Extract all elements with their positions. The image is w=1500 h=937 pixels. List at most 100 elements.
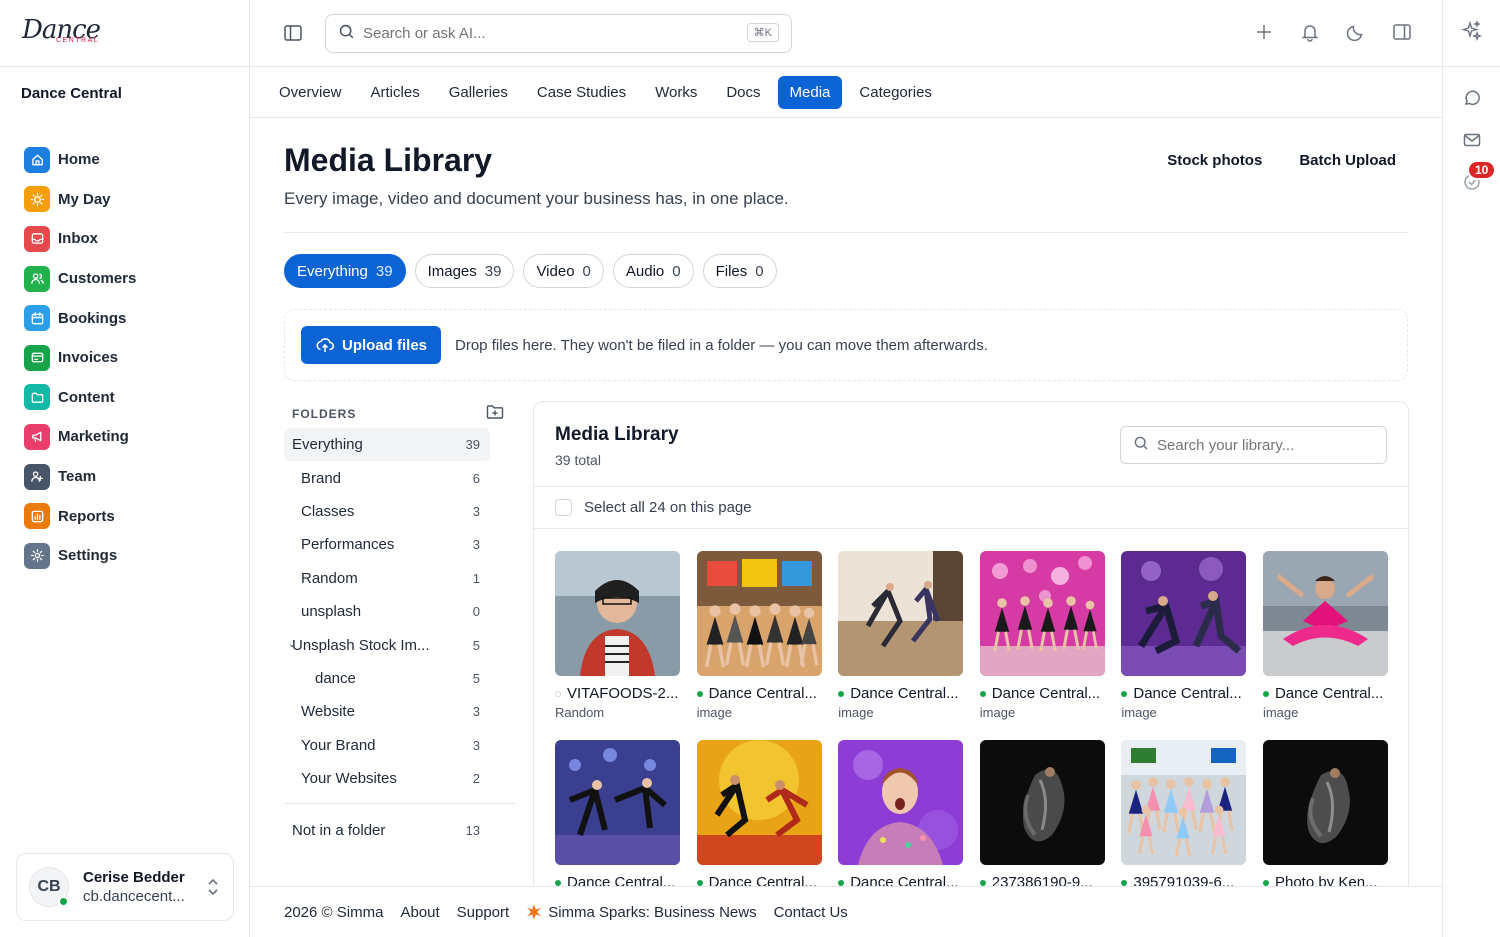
sidebar-item-customers[interactable]: Customers — [24, 259, 234, 299]
logo[interactable]: Dance CENTRAL — [22, 13, 102, 53]
media-tile[interactable]: Dance Central...image — [838, 551, 964, 720]
tab-galleries[interactable]: Galleries — [437, 76, 520, 109]
footer-sparks-link[interactable]: Simma Sparks: Business News — [526, 904, 757, 921]
folder-item[interactable]: unsplash 0 — [284, 595, 516, 628]
sidebar-item-marketing[interactable]: Marketing — [24, 417, 234, 457]
sidebar-item-inbox[interactable]: Inbox — [24, 219, 234, 259]
folder-count: 3 — [472, 704, 480, 720]
sidebar-item-content[interactable]: Content — [24, 378, 234, 418]
folder-count: 3 — [472, 737, 480, 753]
media-tile[interactable]: 237386190-9...image — [979, 740, 1105, 900]
sidebar-item-team[interactable]: Team — [24, 457, 234, 497]
media-tile[interactable]: Dance Central...image — [555, 740, 680, 900]
filter-label: Audio — [625, 262, 665, 280]
filter-everything[interactable]: Everything 39 — [284, 254, 406, 288]
sparkles-icon[interactable] — [1460, 19, 1483, 47]
divider — [534, 528, 1408, 529]
user-switcher[interactable]: CB Cerise Bedder cb.dancecent... — [16, 853, 234, 921]
moon-icon[interactable] — [1346, 22, 1366, 47]
filter-files[interactable]: Files 0 — [702, 254, 777, 288]
media-thumbnail[interactable] — [838, 551, 964, 676]
media-tile[interactable]: 395791039-6...image — [1121, 740, 1247, 900]
footer-contact-link[interactable]: Contact Us — [774, 904, 848, 921]
media-thumbnail[interactable] — [1121, 740, 1247, 865]
chevron-down-icon[interactable]: ⌄ — [288, 639, 296, 650]
sidebar-item-home[interactable]: Home — [24, 140, 234, 180]
media-thumbnail[interactable] — [1121, 551, 1247, 676]
media-thumbnail[interactable] — [1262, 551, 1388, 676]
tab-categories[interactable]: Categories — [847, 76, 944, 109]
media-thumbnail[interactable] — [696, 551, 822, 676]
folder-item[interactable]: ⌄ Unsplash Stock Im... 5 — [284, 628, 516, 661]
media-thumbnail[interactable] — [696, 740, 822, 865]
filter-video[interactable]: Video 0 — [523, 254, 604, 288]
media-tile[interactable]: Photo by Ken...image — [1262, 740, 1388, 900]
sidebar-item-reports[interactable]: Reports — [24, 496, 234, 536]
library-search-input[interactable] — [1157, 436, 1377, 454]
media-tile[interactable]: Dance Central...image — [979, 551, 1105, 720]
folder-item[interactable]: Classes 3 — [284, 495, 516, 528]
media-tile[interactable]: Dance Central...image — [838, 740, 964, 900]
folder-item[interactable]: Brand 6 — [284, 461, 516, 494]
media-thumbnail[interactable] — [838, 740, 964, 865]
footer-about-link[interactable]: About — [400, 904, 439, 921]
select-all-checkbox[interactable] — [555, 499, 572, 516]
stock-photos-button[interactable]: Stock photos — [1167, 152, 1262, 169]
folder-count: 3 — [472, 537, 480, 553]
folder-item[interactable]: Website 3 — [284, 695, 516, 728]
media-type: image — [979, 705, 1016, 720]
folder-item[interactable]: Everything 39 — [284, 428, 490, 462]
folder-item[interactable]: dance 5 — [284, 662, 516, 695]
tab-articles[interactable]: Articles — [359, 76, 432, 109]
new-folder-icon[interactable] — [486, 404, 504, 425]
footer-copyright: 2026 © Simma — [284, 903, 384, 921]
folder-item[interactable]: Random 1 — [284, 562, 516, 595]
folder-not-in-folder[interactable]: Not in a folder 13 — [284, 814, 516, 847]
plus-icon[interactable] — [1254, 22, 1274, 47]
chat-icon[interactable] — [1462, 88, 1482, 113]
gear-icon — [24, 542, 50, 569]
batch-upload-button[interactable]: Batch Upload — [1299, 152, 1396, 169]
tab-overview[interactable]: Overview — [267, 76, 354, 109]
folder-count: 3 — [472, 503, 480, 519]
status-dot — [1121, 879, 1128, 886]
team-icon — [24, 463, 50, 490]
filter-audio[interactable]: Audio 0 — [612, 254, 694, 288]
global-search-input[interactable] — [363, 25, 723, 42]
footer-support-link[interactable]: Support — [457, 904, 510, 921]
media-thumbnail[interactable] — [1262, 740, 1388, 865]
media-tile[interactable]: Dance Central...image — [1121, 551, 1247, 720]
media-thumbnail[interactable] — [979, 740, 1105, 865]
folder-item[interactable]: Performances 3 — [284, 528, 516, 561]
filter-images[interactable]: Images 39 — [414, 254, 515, 288]
upload-dropzone[interactable]: Upload files Drop files here. They won't… — [284, 309, 1408, 381]
media-tile[interactable]: Dance Central...image — [696, 740, 822, 900]
media-thumbnail[interactable] — [555, 740, 680, 865]
tab-media[interactable]: Media — [777, 75, 843, 109]
mail-icon[interactable] — [1462, 130, 1482, 155]
sidebar-toggle-icon[interactable] — [283, 23, 303, 48]
media-tile[interactable]: VITAFOODS-2... Random — [555, 551, 680, 720]
folder-item[interactable]: Your Brand 3 — [284, 729, 516, 762]
tab-case-studies[interactable]: Case Studies — [525, 76, 638, 109]
user-domain: cb.dancecent... — [83, 888, 185, 905]
tab-docs[interactable]: Docs — [714, 76, 772, 109]
media-thumbnail[interactable] — [979, 551, 1105, 676]
sidebar-item-bookings[interactable]: Bookings — [24, 298, 234, 338]
tab-works[interactable]: Works — [643, 76, 709, 109]
media-tile[interactable]: Dance Central...image — [696, 551, 822, 720]
sidebar-item-my-day[interactable]: My Day — [24, 180, 234, 220]
online-status-dot — [58, 896, 69, 907]
bell-icon[interactable] — [1300, 22, 1320, 47]
folder-item[interactable]: Your Websites 2 — [284, 762, 516, 795]
library-search[interactable] — [1120, 426, 1387, 464]
sidebar-item-settings[interactable]: Settings — [24, 536, 234, 576]
sidebar-item-invoices[interactable]: Invoices — [24, 338, 234, 378]
global-search[interactable]: ⌘K — [325, 14, 792, 53]
media-grid: VITAFOODS-2... Random Dance Central... imag… — [555, 551, 1388, 900]
right-panel-icon[interactable] — [1392, 22, 1412, 47]
sidebar-item-label: Bookings — [58, 309, 127, 327]
media-tile[interactable]: Dance Central...image — [1262, 551, 1388, 720]
upload-files-button[interactable]: Upload files — [301, 326, 442, 364]
media-thumbnail[interactable] — [555, 551, 680, 676]
